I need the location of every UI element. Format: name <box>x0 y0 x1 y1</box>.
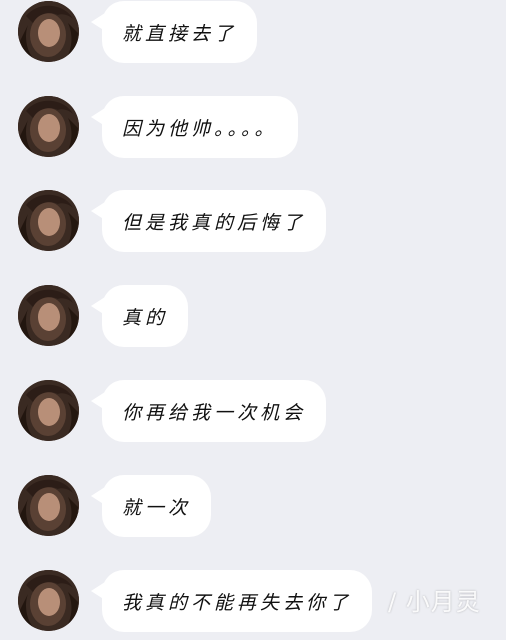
message-row: 你再给我一次机会 <box>0 380 506 450</box>
profile-photo-avatar-icon <box>18 1 79 62</box>
profile-photo-avatar-icon <box>18 285 79 346</box>
avatar[interactable] <box>18 1 79 62</box>
avatar[interactable] <box>18 190 79 251</box>
avatar[interactable] <box>18 570 79 631</box>
message-bubble[interactable]: 因为他帅。。。。 <box>102 96 298 158</box>
message-row: 真的 <box>0 285 506 355</box>
message-bubble[interactable]: 就一次 <box>102 475 212 537</box>
message-text: 因为他帅。。。。 <box>122 117 278 140</box>
message-bubble[interactable]: 你再给我一次机会 <box>102 380 327 442</box>
message-bubble[interactable]: 真的 <box>102 285 189 347</box>
message-row: 因为他帅。。。。 <box>0 96 506 166</box>
message-row: 就直接去了 <box>0 1 506 71</box>
profile-photo-avatar-icon <box>18 96 79 157</box>
message-bubble[interactable]: 但是我真的后悔了 <box>102 190 327 252</box>
message-text: 你再给我一次机会 <box>122 401 307 424</box>
chat-message-list: 就直接去了 因为他帅。。。。 但是我真的后悔了 真的 你再给我一次机会 就一次 … <box>0 0 506 632</box>
message-bubble[interactable]: 我真的不能再失去你了 <box>102 570 373 632</box>
profile-photo-avatar-icon <box>18 190 79 251</box>
profile-photo-avatar-icon <box>18 380 79 441</box>
message-row: 就一次 <box>0 475 506 545</box>
message-text: 但是我真的后悔了 <box>122 211 307 234</box>
profile-photo-avatar-icon <box>18 475 79 536</box>
watermark: / 小月灵 <box>388 588 481 616</box>
profile-photo-avatar-icon <box>18 570 79 631</box>
message-text: 就直接去了 <box>122 22 238 45</box>
avatar[interactable] <box>18 380 79 441</box>
avatar[interactable] <box>18 285 79 346</box>
message-text: 我真的不能再失去你了 <box>122 591 353 614</box>
message-text: 真的 <box>122 306 169 329</box>
message-text: 就一次 <box>122 496 192 519</box>
avatar[interactable] <box>18 96 79 157</box>
message-bubble[interactable]: 就直接去了 <box>102 1 258 63</box>
avatar[interactable] <box>18 475 79 536</box>
message-row: 但是我真的后悔了 <box>0 190 506 260</box>
